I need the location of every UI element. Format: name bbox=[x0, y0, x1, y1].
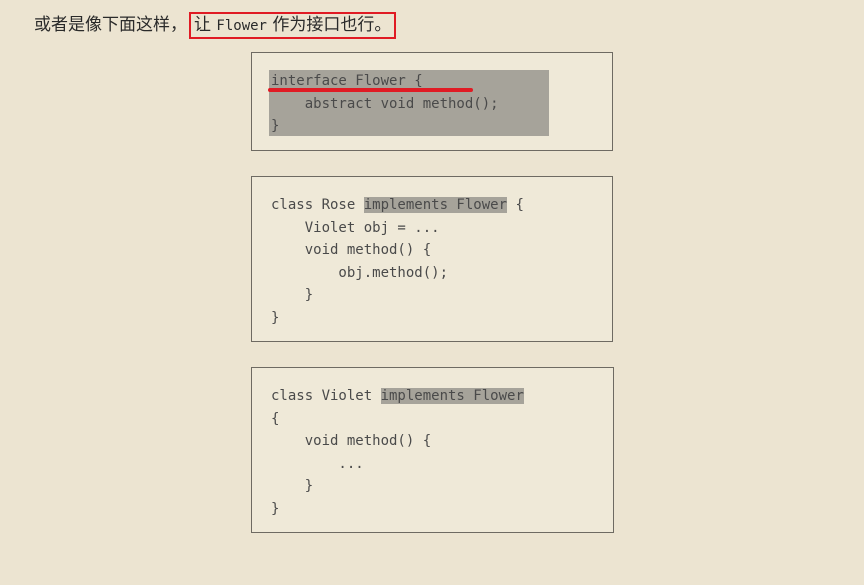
interface-code: interface Flower { abstract void method(… bbox=[271, 70, 499, 138]
code-line: class Violet implements Flower bbox=[271, 385, 524, 408]
violet-implements-highlight: implements Flower bbox=[380, 388, 524, 404]
intro-sentence: 或者是像下面这样，让 Flower 作为接口也行。 bbox=[34, 12, 397, 39]
violet-line1-pre: class Violet bbox=[271, 388, 381, 404]
code-line: Violet obj = ... bbox=[271, 219, 440, 236]
rose-line1-pre: class Rose bbox=[271, 197, 364, 213]
code-line: } bbox=[271, 500, 280, 517]
highlighted-phrase: 让 Flower 作为接口也行。 bbox=[189, 12, 397, 39]
code-line: abstract void method(); bbox=[271, 95, 499, 112]
rose-implements-highlight: implements Flower bbox=[363, 197, 508, 213]
code-line: class Rose implements Flower { bbox=[271, 194, 524, 217]
code-line: } bbox=[271, 478, 314, 494]
code-box-violet: class Violet implements Flower { void met… bbox=[251, 367, 614, 533]
highlight-code: Flower bbox=[216, 18, 267, 34]
violet-code: class Violet implements Flower { void met… bbox=[271, 385, 524, 520]
red-underline-annotation bbox=[268, 88, 473, 92]
highlight-post: 作为接口也行。 bbox=[272, 15, 392, 35]
highlight-pre: 让 bbox=[194, 15, 211, 35]
code-line: } bbox=[271, 287, 314, 303]
code-line: void method() { bbox=[271, 242, 432, 258]
code-line: } bbox=[271, 309, 280, 326]
code-box-rose: class Rose implements Flower { Violet ob… bbox=[251, 176, 613, 342]
rose-code: class Rose implements Flower { Violet ob… bbox=[271, 194, 524, 329]
code-box-interface: interface Flower { abstract void method(… bbox=[251, 52, 613, 151]
code-line: { bbox=[271, 410, 280, 427]
code-line: ... bbox=[271, 455, 364, 472]
rose-line1-post: { bbox=[507, 197, 524, 213]
code-line: void method() { bbox=[271, 433, 432, 449]
code-line: } bbox=[271, 118, 280, 134]
intro-prefix: 或者是像下面这样， bbox=[34, 15, 187, 35]
code-line: obj.method(); bbox=[271, 264, 449, 281]
